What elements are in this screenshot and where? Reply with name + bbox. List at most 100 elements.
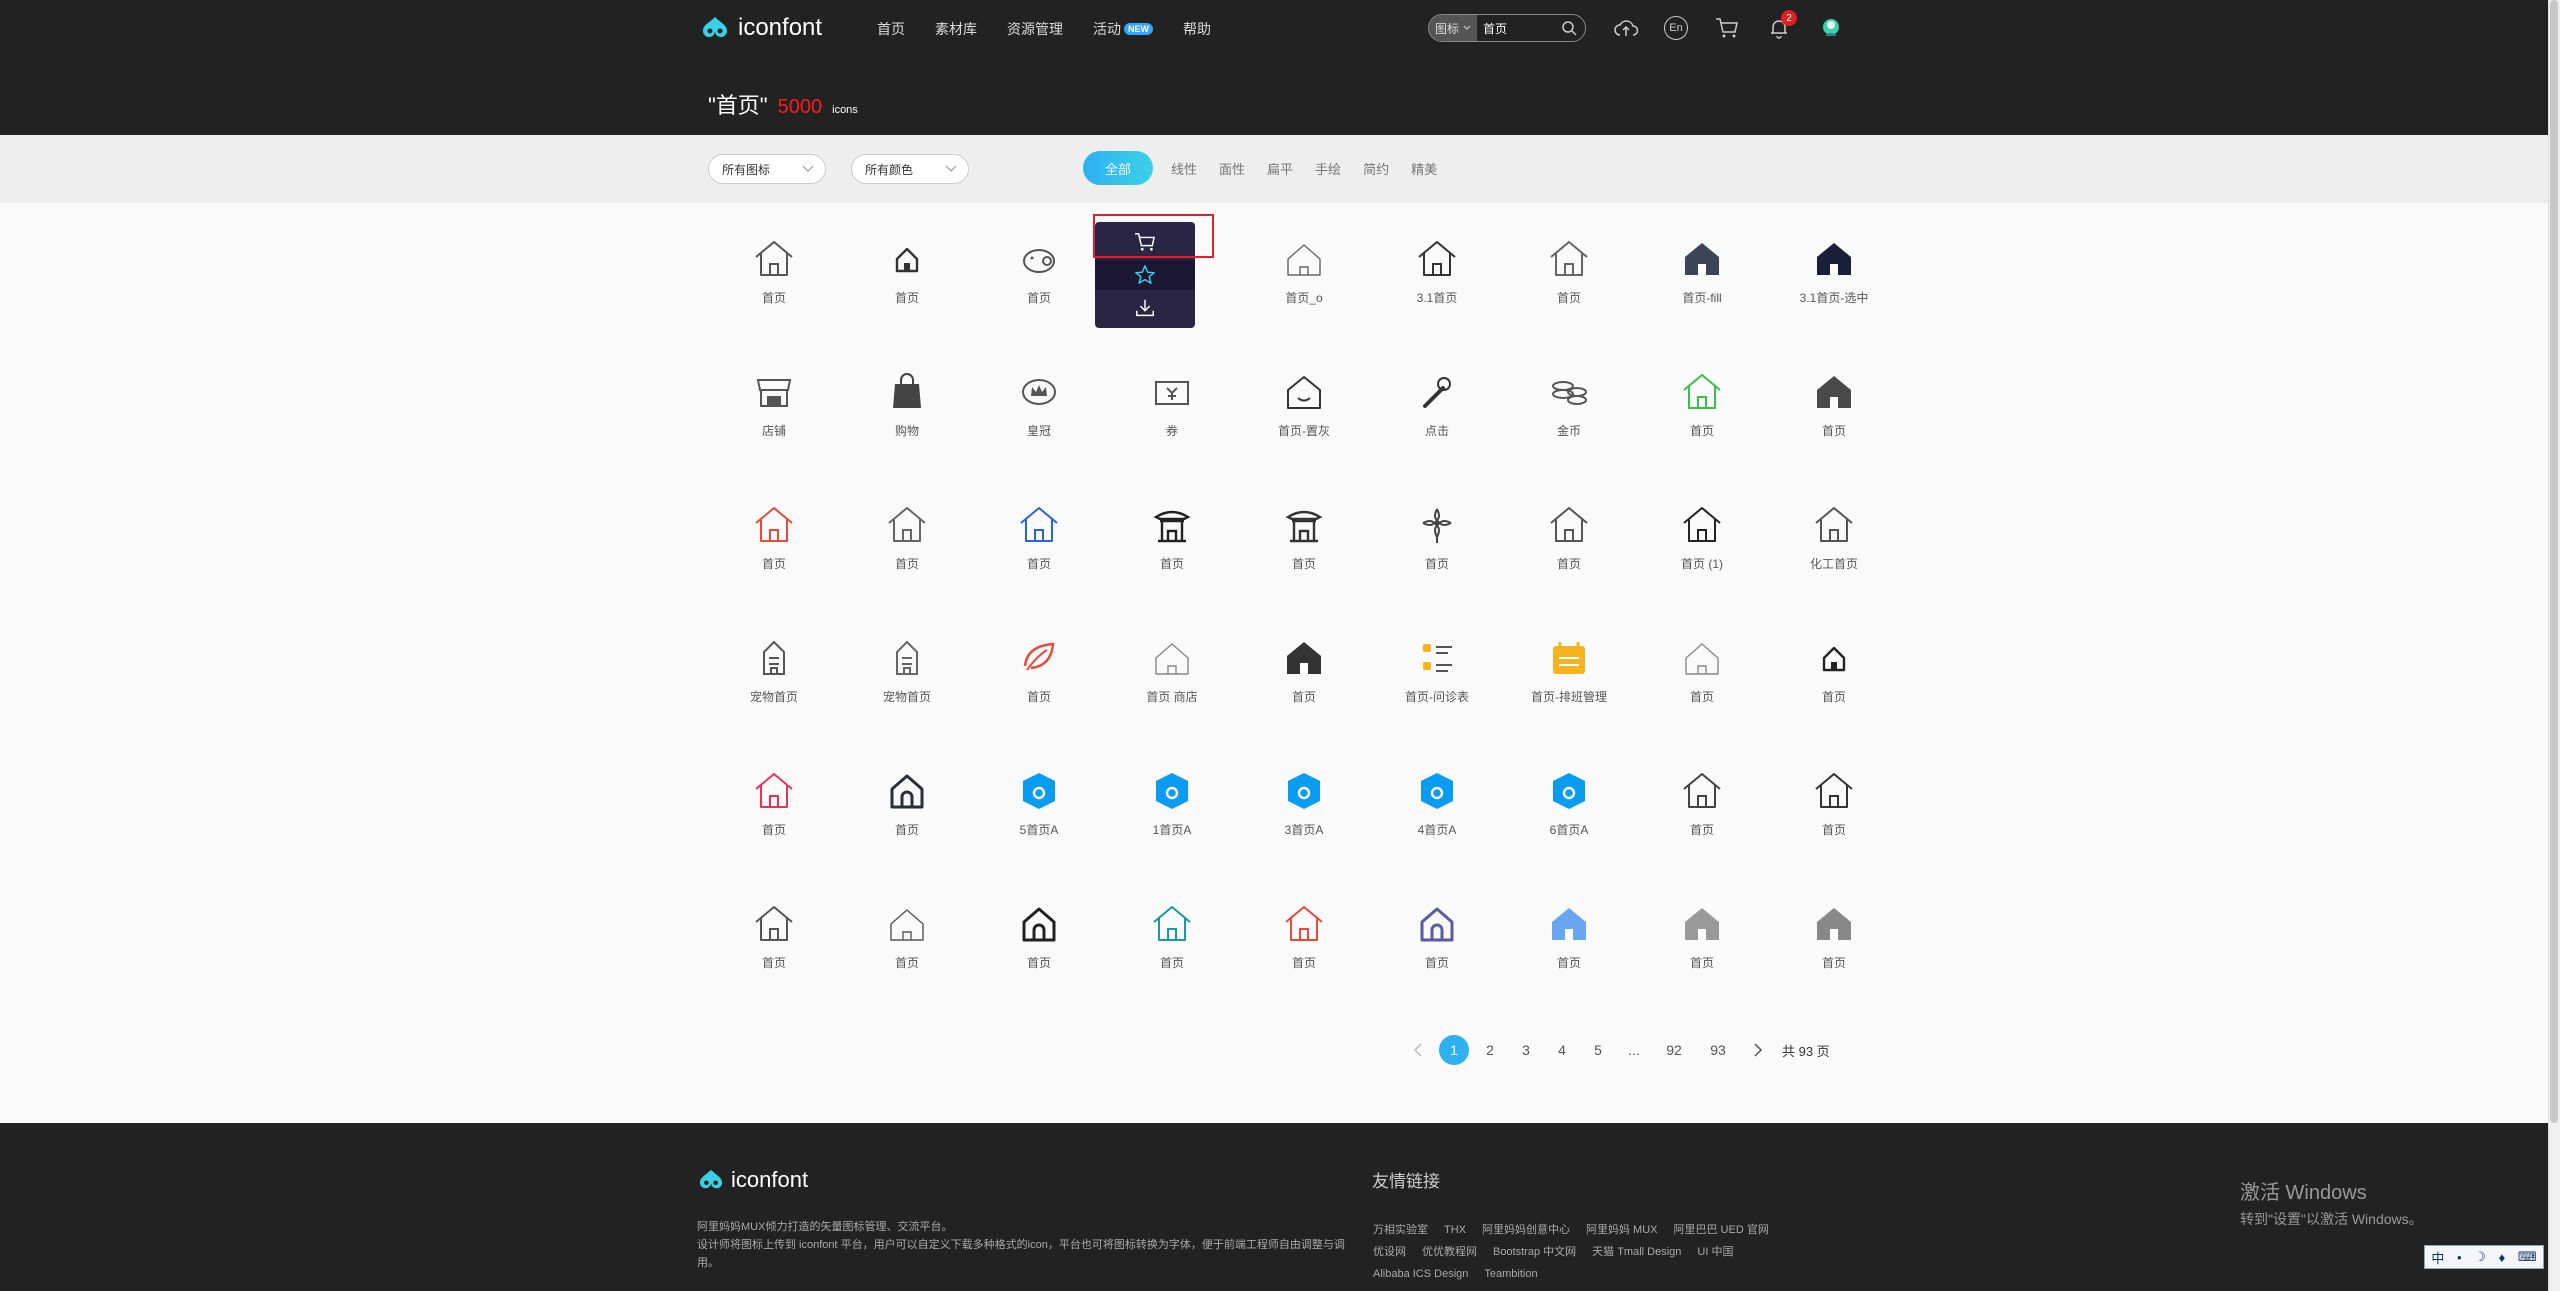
icon-card[interactable]: 首页: [841, 757, 973, 890]
icon-card[interactable]: 首页: [1106, 890, 1238, 1023]
notification-bell[interactable]: 2: [1765, 10, 1797, 42]
tab-filled[interactable]: 面性: [1219, 151, 1245, 185]
friend-link[interactable]: 优设网: [1373, 1241, 1406, 1263]
icon-card[interactable]: 券: [1106, 358, 1238, 491]
icon-card[interactable]: 首页: [841, 491, 973, 624]
icon-card[interactable]: 首页-fill: [1636, 225, 1768, 358]
icon-card[interactable]: 首页: [1503, 491, 1635, 624]
add-to-cart-button[interactable]: [1095, 227, 1195, 257]
friend-link[interactable]: 阿里巴巴 UED 官网: [1674, 1219, 1769, 1241]
icon-card[interactable]: 首页: [973, 624, 1105, 757]
color-select[interactable]: 所有颜色: [851, 154, 969, 184]
user-avatar[interactable]: [1817, 14, 1845, 42]
icon-card[interactable]: 首页: [708, 890, 840, 1023]
friend-link[interactable]: UI 中国: [1697, 1241, 1733, 1263]
icon-card[interactable]: 6首页A: [1503, 757, 1635, 890]
search-type-select[interactable]: 图标: [1429, 15, 1478, 41]
icon-card[interactable]: 首页: [1768, 890, 1900, 1023]
icon-card[interactable]: 首页: [1238, 624, 1370, 757]
icon-card[interactable]: 首页-置灰: [1238, 358, 1370, 491]
footer-logo[interactable]: iconfont: [697, 1167, 808, 1193]
icon-card[interactable]: 首页: [1238, 491, 1370, 624]
icon-card[interactable]: 购物: [841, 358, 973, 491]
icon-card[interactable]: 化工首页: [1768, 491, 1900, 624]
tab-linear[interactable]: 线性: [1171, 151, 1197, 185]
tab-all[interactable]: 全部: [1083, 151, 1153, 185]
tab-fine[interactable]: 精美: [1411, 151, 1437, 185]
icon-card[interactable]: 首页: [1371, 890, 1503, 1023]
prev-page-button[interactable]: [1400, 1033, 1436, 1067]
icon-card[interactable]: 首页: [1238, 890, 1370, 1023]
search-input[interactable]: [1483, 21, 1554, 35]
nav-home[interactable]: 首页: [877, 19, 905, 39]
icon-card[interactable]: 金币: [1503, 358, 1635, 491]
icon-card[interactable]: 首页: [708, 491, 840, 624]
icon-card[interactable]: 首页: [1636, 358, 1768, 491]
icon-card[interactable]: 宠物首页: [841, 624, 973, 757]
ime-item[interactable]: ☽: [2474, 1249, 2486, 1265]
icon-card[interactable]: 1首页A: [1106, 757, 1238, 890]
ime-toolbar[interactable]: 中 • ☽ ♦ ⌨: [2424, 1245, 2544, 1269]
icon-card[interactable]: 首页: [841, 225, 973, 358]
friend-link[interactable]: THX: [1444, 1219, 1466, 1241]
icon-card[interactable]: 首页: [1636, 624, 1768, 757]
icon-card[interactable]: 首页: [1636, 757, 1768, 890]
friend-link[interactable]: 万相实验室: [1373, 1219, 1428, 1241]
icon-card[interactable]: 首页: [708, 225, 840, 358]
icon-card[interactable]: 首页: [973, 491, 1105, 624]
page-92[interactable]: 92: [1652, 1033, 1696, 1067]
icon-card[interactable]: 3首页A: [1238, 757, 1370, 890]
icon-type-select[interactable]: 所有图标: [708, 154, 826, 184]
icon-card[interactable]: 宠物首页: [708, 624, 840, 757]
icon-card[interactable]: 首页: [1768, 757, 1900, 890]
friend-link[interactable]: Alibaba ICS Design: [1373, 1263, 1468, 1285]
page-4[interactable]: 4: [1544, 1033, 1580, 1067]
ime-item[interactable]: •: [2457, 1250, 2462, 1265]
nav-library[interactable]: 素材库: [935, 19, 977, 39]
icon-card[interactable]: 店铺: [708, 358, 840, 491]
scrollbar-thumb[interactable]: [2550, 0, 2558, 1123]
download-button[interactable]: [1095, 293, 1195, 323]
nav-resources[interactable]: 资源管理: [1007, 19, 1063, 39]
upload-icon[interactable]: [1612, 14, 1640, 42]
tab-simple[interactable]: 简约: [1363, 151, 1389, 185]
icon-card[interactable]: 首页-排班管理: [1503, 624, 1635, 757]
friend-link[interactable]: Bootstrap 中文网: [1493, 1241, 1576, 1263]
ime-item[interactable]: ⌨: [2518, 1249, 2537, 1265]
friend-link[interactable]: 阿里妈妈创意中心: [1482, 1219, 1570, 1241]
icon-card[interactable]: 4首页A: [1371, 757, 1503, 890]
icon-card[interactable]: 首页: [841, 890, 973, 1023]
icon-card[interactable]: 首页: [1768, 358, 1900, 491]
icon-card[interactable]: 首页: [1106, 491, 1238, 624]
iconfont-logo[interactable]: iconfont: [700, 14, 822, 42]
tab-handdrawn[interactable]: 手绘: [1315, 151, 1341, 185]
nav-help[interactable]: 帮助: [1183, 19, 1211, 39]
page-1[interactable]: 1: [1439, 1035, 1469, 1065]
language-toggle[interactable]: En: [1662, 14, 1690, 42]
cart-icon[interactable]: [1713, 14, 1741, 42]
page-5[interactable]: 5: [1580, 1033, 1616, 1067]
favorite-button[interactable]: [1095, 259, 1195, 290]
friend-link[interactable]: 天猫 Tmall Design: [1592, 1241, 1681, 1263]
friend-link[interactable]: Teambition: [1484, 1263, 1537, 1285]
page-3[interactable]: 3: [1508, 1033, 1544, 1067]
icon-card[interactable]: 3.1首页-选中: [1768, 225, 1900, 358]
next-page-button[interactable]: [1740, 1033, 1776, 1067]
icon-card[interactable]: 首页-问诊表: [1371, 624, 1503, 757]
icon-card[interactable]: 首页: [1636, 890, 1768, 1023]
icon-card[interactable]: 3.1首页: [1371, 225, 1503, 358]
page-2[interactable]: 2: [1472, 1033, 1508, 1067]
icon-card[interactable]: 首页: [973, 225, 1105, 358]
tab-flat[interactable]: 扁平: [1267, 151, 1293, 185]
icon-card[interactable]: 首页: [1503, 225, 1635, 358]
icon-card[interactable]: 首页_o: [1238, 225, 1370, 358]
ime-item[interactable]: ♦: [2499, 1250, 2506, 1265]
icon-card[interactable]: 首页: [708, 757, 840, 890]
icon-card[interactable]: 首页: [973, 890, 1105, 1023]
icon-card[interactable]: 首页: [1371, 491, 1503, 624]
icon-card[interactable]: 皇冠: [973, 358, 1105, 491]
icon-card[interactable]: 首页: [1768, 624, 1900, 757]
ime-item[interactable]: 中: [2431, 1248, 2444, 1267]
icon-card[interactable]: 首页 商店: [1106, 624, 1238, 757]
icon-card[interactable]: 首页 (1): [1636, 491, 1768, 624]
